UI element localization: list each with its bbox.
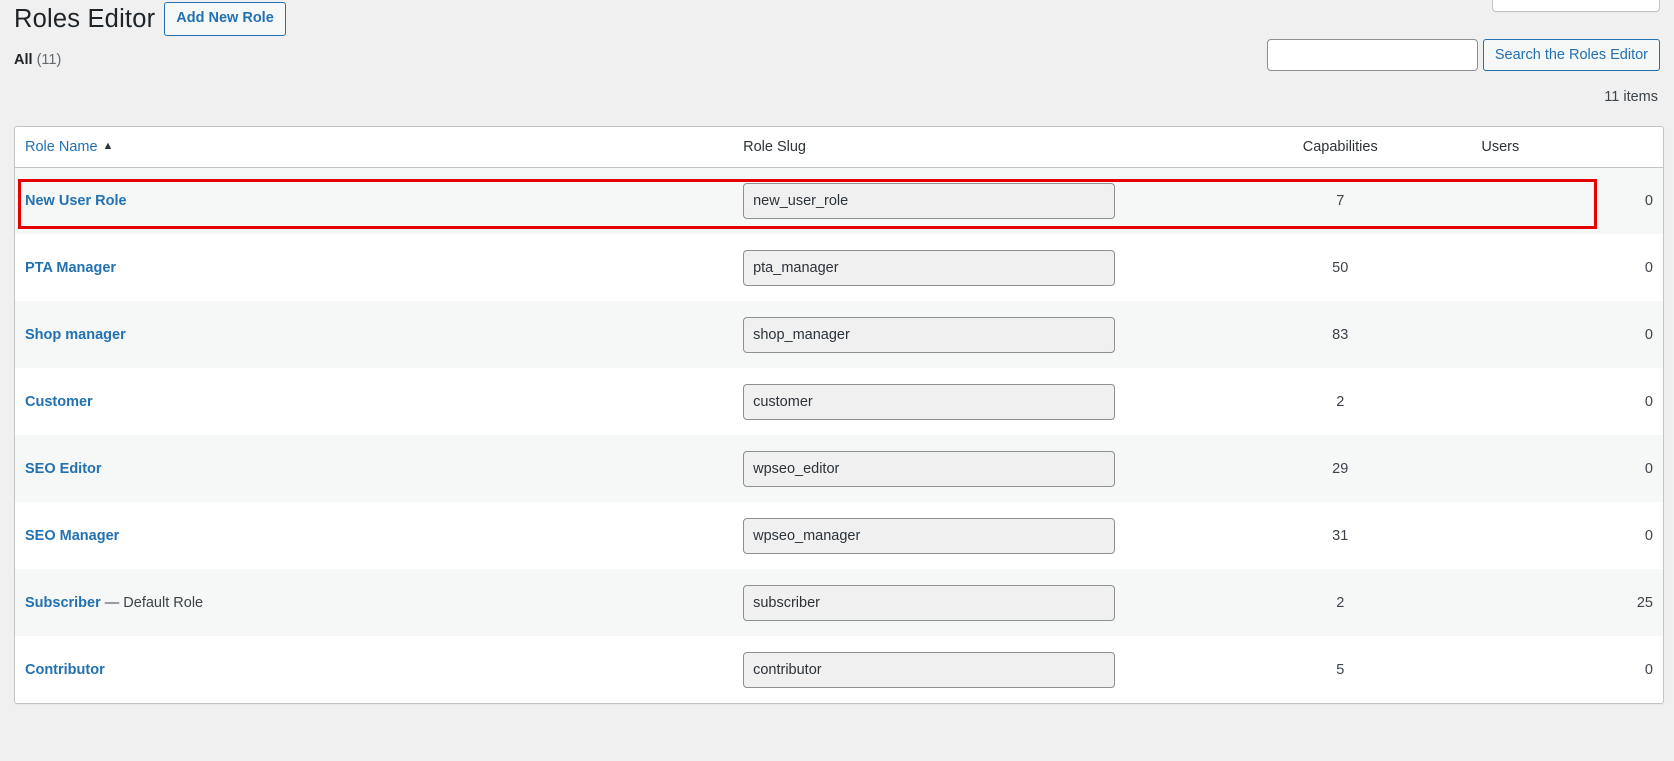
role-name-link[interactable]: PTA Manager	[25, 260, 116, 276]
role-name-link[interactable]: Shop manager	[25, 327, 126, 343]
column-header-role-slug: Role Slug	[733, 127, 1210, 168]
role-name-link[interactable]: Customer	[25, 394, 93, 410]
cell-role-name: New User Role	[15, 167, 734, 234]
cell-role-name: Subscriber — Default Role	[15, 569, 734, 636]
column-header-users: Users	[1471, 127, 1663, 168]
role-slug-input[interactable]	[743, 383, 1116, 420]
roles-table-body: New User Role70PTA Manager500Shop manage…	[15, 167, 1663, 703]
cell-capabilities-count: 7	[1209, 167, 1472, 234]
cell-role-slug	[733, 435, 1210, 502]
cell-role-name: SEO Manager	[15, 502, 734, 569]
items-count-label: 11 items	[1604, 89, 1658, 105]
filter-all-link[interactable]: All	[14, 52, 33, 68]
default-role-tag: — Default Role	[100, 594, 204, 611]
table-row: Contributor 50	[15, 636, 1663, 703]
cell-role-slug	[733, 569, 1210, 636]
table-row: SEO Editor 290	[15, 435, 1663, 502]
table-row: New User Role 70	[15, 167, 1663, 234]
role-name-link[interactable]: Contributor	[25, 662, 105, 678]
cell-role-name: Contributor	[15, 636, 734, 703]
cell-role-slug	[733, 502, 1210, 569]
cell-role-slug	[733, 301, 1210, 368]
role-name-link[interactable]: New User Role	[25, 193, 127, 209]
column-header-role-name-label: Role Name	[25, 138, 98, 155]
cell-users-count: 0	[1471, 435, 1663, 502]
cell-capabilities-count: 31	[1209, 502, 1472, 569]
cell-capabilities-count: 50	[1209, 234, 1472, 301]
cell-capabilities-count: 2	[1209, 368, 1472, 435]
search-input[interactable]	[1266, 39, 1478, 71]
table-header-row: Role Name ▲ Role Slug Capabilities Users	[15, 127, 1663, 168]
table-row: SEO Manager 310	[15, 502, 1663, 569]
cell-users-count: 0	[1471, 636, 1663, 703]
column-header-capabilities: Capabilities	[1209, 127, 1472, 168]
status-filter-list: All (11)	[14, 52, 61, 68]
role-slug-input[interactable]	[743, 450, 1116, 487]
page-title: Roles Editor	[14, 4, 156, 33]
cell-users-count: 0	[1471, 167, 1663, 234]
cell-capabilities-count: 2	[1209, 569, 1472, 636]
column-header-role-name[interactable]: Role Name ▲	[15, 127, 734, 168]
screen-options-button[interactable]: Screen Options	[1492, 0, 1660, 12]
cell-users-count: 0	[1471, 502, 1663, 569]
role-name-link[interactable]: SEO Editor	[25, 461, 102, 477]
table-row: Shop manager 830	[15, 301, 1663, 368]
cell-capabilities-count: 5	[1209, 636, 1472, 703]
roles-table: Role Name ▲ Role Slug Capabilities Users …	[15, 127, 1663, 703]
sort-ascending-icon: ▲	[102, 139, 114, 152]
roles-table-container: Role Name ▲ Role Slug Capabilities Users …	[14, 126, 1664, 704]
role-slug-input[interactable]	[743, 316, 1116, 353]
role-slug-input[interactable]	[743, 182, 1116, 219]
cell-role-name: Customer	[15, 368, 734, 435]
filter-all-count: (11)	[36, 52, 62, 68]
add-new-role-button[interactable]: Add New Role	[164, 2, 286, 37]
cell-role-name: SEO Editor	[15, 435, 734, 502]
page-header: Roles Editor Add New Role	[14, 2, 286, 37]
roles-table-head: Role Name ▲ Role Slug Capabilities Users	[15, 127, 1663, 168]
cell-role-name: PTA Manager	[15, 234, 734, 301]
cell-users-count: 0	[1471, 301, 1663, 368]
cell-capabilities-count: 83	[1209, 301, 1472, 368]
roles-editor-page: Screen Options Roles Editor Add New Role…	[0, 0, 1674, 761]
cell-role-slug	[733, 234, 1210, 301]
role-name-link[interactable]: SEO Manager	[25, 528, 119, 544]
table-row: Subscriber — Default Role 225	[15, 569, 1663, 636]
cell-role-slug	[733, 636, 1210, 703]
cell-users-count: 0	[1471, 234, 1663, 301]
role-slug-input[interactable]	[743, 651, 1116, 688]
role-slug-input[interactable]	[743, 249, 1116, 286]
cell-users-count: 25	[1471, 569, 1663, 636]
cell-capabilities-count: 29	[1209, 435, 1472, 502]
cell-role-slug	[733, 368, 1210, 435]
table-row: PTA Manager 500	[15, 234, 1663, 301]
sort-role-name-link[interactable]: Role Name	[25, 139, 98, 155]
cell-users-count: 0	[1471, 368, 1663, 435]
table-row: Customer 20	[15, 368, 1663, 435]
role-slug-input[interactable]	[743, 584, 1116, 621]
role-slug-input[interactable]	[743, 517, 1116, 554]
cell-role-name: Shop manager	[15, 301, 734, 368]
search-submit-button[interactable]: Search the Roles Editor	[1482, 39, 1660, 71]
cell-role-slug	[733, 167, 1210, 234]
role-name-link[interactable]: Subscriber	[25, 595, 101, 611]
search-form: Search the Roles Editor	[1266, 39, 1660, 71]
